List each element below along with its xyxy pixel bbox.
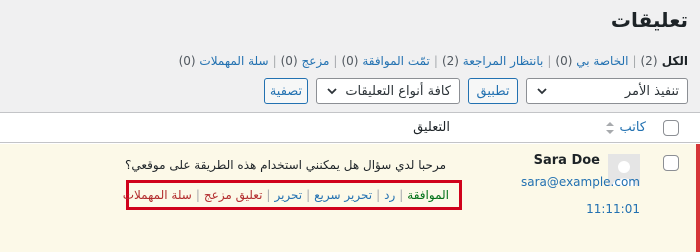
apply-button[interactable]: تطبيق [468,78,518,104]
table-header: كاتب التعليق [0,113,700,143]
filter-button[interactable]: تصفية [264,78,308,104]
sort-icon [606,121,615,134]
column-author[interactable]: كاتب [605,120,646,135]
comment-type-select[interactable]: كافة أنواع التعليقات [316,78,460,104]
page-title: تعليقات [610,8,688,32]
bulk-action-select[interactable]: تنفيذ الأمر [526,78,688,104]
comment-text: مرحبا لدي سؤال هل يمكنني استخدام هذه الط… [125,158,446,172]
spam-link[interactable]: تعليق مزعج [204,188,263,202]
bulk-action-value: تنفيذ الأمر [624,83,679,99]
quick-edit-link[interactable]: تحرير سريع [314,188,372,202]
comment-time[interactable]: 11:11:01 [586,202,640,216]
approve-link[interactable]: الموافقة [407,188,449,202]
comment-row-actions: الموافقة | رد | تحرير سريع | تحرير | تعل… [123,180,462,210]
reply-link[interactable]: رد [384,188,395,202]
filter-mine[interactable]: الخاصة بي (0) [555,54,628,68]
filter-trash[interactable]: سلة المهملات (0) [179,54,269,68]
comment-author-email[interactable]: sara@example.com [521,175,640,189]
filter-pending[interactable]: بانتظار المراجعة (2) [442,54,543,68]
row-checkbox[interactable] [663,155,679,171]
chevron-down-icon [537,88,547,95]
filter-all[interactable]: الكل (2) [640,54,688,68]
filter-spam[interactable]: مزعج (0) [281,54,330,68]
filter-approved[interactable]: تمّت الموافقة (0) [341,54,429,68]
chevron-down-icon [327,88,337,95]
select-all-checkbox[interactable] [663,120,679,136]
trash-link[interactable]: سلة المهملات [123,188,192,202]
comment-author-name: Sara Doe [533,153,600,168]
column-comment: التعليق [413,120,450,135]
comment-type-value: كافة أنواع التعليقات [345,83,451,99]
edit-link[interactable]: تحرير [274,188,302,202]
comment-status-filters: الكل (2)|الخاصة بي (0)|بانتظار المراجعة … [178,54,688,68]
column-author-label: كاتب [619,120,646,135]
